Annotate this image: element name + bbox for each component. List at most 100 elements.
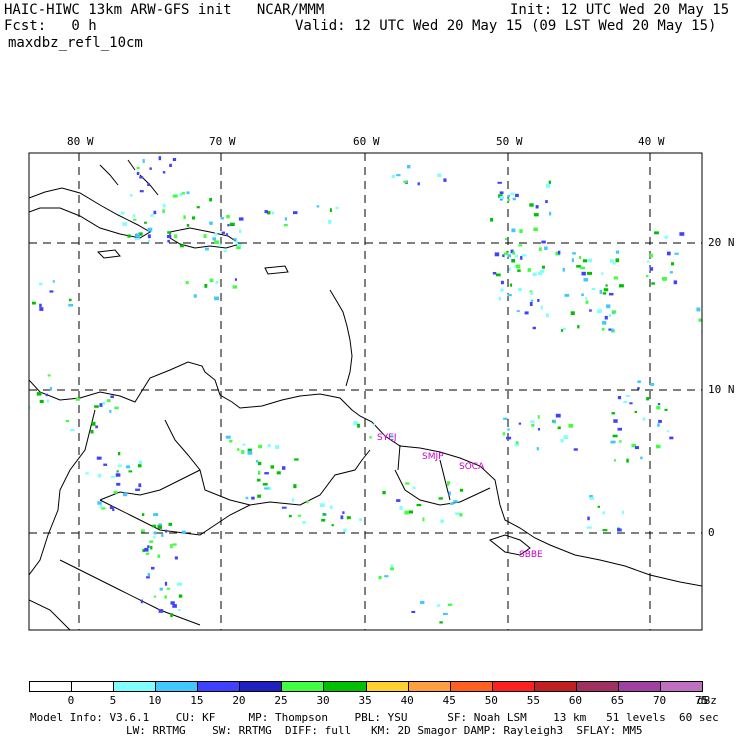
reflectivity-echo xyxy=(357,423,360,428)
reflectivity-echo xyxy=(399,506,403,510)
reflectivity-echo xyxy=(97,501,102,505)
reflectivity-echo xyxy=(174,556,178,560)
reflectivity-echo xyxy=(153,531,157,535)
colorbar-unit: dBz xyxy=(697,694,717,707)
reflectivity-echo xyxy=(459,513,463,517)
reflectivity-echo xyxy=(293,484,297,489)
reflectivity-echo xyxy=(264,472,269,475)
reflectivity-echo xyxy=(151,566,155,570)
reflectivity-echo xyxy=(167,231,172,234)
reflectivity-echo xyxy=(555,413,561,418)
reflectivity-echo xyxy=(586,526,592,529)
reflectivity-echo xyxy=(75,397,80,401)
reflectivity-echo xyxy=(267,444,271,448)
reflectivity-echo xyxy=(645,275,649,278)
reflectivity-echo xyxy=(110,475,115,478)
reflectivity-echo xyxy=(608,314,611,317)
reflectivity-echo xyxy=(538,247,542,251)
reflectivity-echo xyxy=(530,291,534,295)
reflectivity-echo xyxy=(215,280,219,284)
reflectivity-echo xyxy=(602,292,607,295)
reflectivity-echo xyxy=(443,612,448,615)
reflectivity-echo xyxy=(133,218,137,221)
reflectivity-echo xyxy=(403,180,408,183)
reflectivity-echo xyxy=(548,180,551,184)
reflectivity-echo xyxy=(153,595,156,598)
reflectivity-echo xyxy=(449,502,454,505)
reflectivity-echo xyxy=(203,234,207,238)
station-soca: SOCA xyxy=(459,462,485,472)
reflectivity-echo xyxy=(492,272,497,275)
reflectivity-echo xyxy=(637,380,641,383)
reflectivity-echo xyxy=(538,271,543,275)
reflectivity-echo xyxy=(114,406,119,410)
reflectivity-echo xyxy=(162,203,166,208)
reflectivity-echo xyxy=(25,284,27,288)
reflectivity-echo xyxy=(281,506,287,509)
reflectivity-echo xyxy=(587,271,592,275)
reflectivity-echo xyxy=(147,572,150,577)
reflectivity-echo xyxy=(294,458,299,461)
reflectivity-echo xyxy=(602,321,607,325)
reflectivity-echo xyxy=(176,582,182,586)
reflectivity-echo xyxy=(147,234,151,239)
reflectivity-echo xyxy=(662,277,667,281)
reflectivity-echo xyxy=(234,278,237,281)
reflectivity-echo xyxy=(130,147,133,150)
reflectivity-echo xyxy=(161,534,164,537)
reflectivity-echo xyxy=(577,325,580,329)
reflectivity-echo xyxy=(91,421,96,426)
reflectivity-echo xyxy=(506,436,512,440)
reflectivity-echo xyxy=(422,517,425,522)
reflectivity-echo xyxy=(137,464,142,468)
reflectivity-echo xyxy=(264,487,269,490)
reflectivity-echo xyxy=(440,519,444,523)
reflectivity-echo xyxy=(183,215,186,220)
reflectivity-echo xyxy=(186,224,190,227)
reflectivity-echo xyxy=(235,240,239,243)
reflectivity-echo xyxy=(103,463,108,466)
reflectivity-echo xyxy=(233,238,237,241)
reflectivity-echo xyxy=(535,205,539,209)
reflectivity-echo xyxy=(396,499,401,502)
reflectivity-echo xyxy=(147,227,153,232)
reflectivity-echo xyxy=(237,448,240,451)
reflectivity-echo xyxy=(247,450,253,455)
reflectivity-echo xyxy=(437,173,442,178)
reflectivity-echo xyxy=(150,148,155,151)
colorbar-swatch xyxy=(281,681,325,692)
reflectivity-echo xyxy=(669,271,673,274)
reflectivity-echo xyxy=(582,259,588,263)
reflectivity-echo xyxy=(110,395,114,399)
reflectivity-echo xyxy=(515,193,519,198)
reflectivity-echo xyxy=(504,238,508,241)
reflectivity-echo xyxy=(664,235,668,239)
reflectivity-echo xyxy=(147,239,151,242)
reflectivity-echo xyxy=(238,229,242,233)
reflectivity-echo xyxy=(651,282,655,285)
reflectivity-echo xyxy=(172,543,177,546)
reflectivity-echo xyxy=(205,247,209,251)
colorbar-swatch xyxy=(29,681,73,692)
model-info-line2: LW: RRTMG SW: RRTMG DIFF: full KM: 2D Sm… xyxy=(126,724,643,737)
reflectivity-echo xyxy=(150,214,154,217)
reflectivity-echo xyxy=(140,599,143,604)
reflectivity-echo xyxy=(654,231,659,235)
reflectivity-echo xyxy=(507,428,510,431)
reflectivity-echo xyxy=(99,403,103,407)
reflectivity-echo xyxy=(214,296,219,301)
colorbar-swatch xyxy=(659,681,703,692)
reflectivity-echo xyxy=(242,443,246,446)
reflectivity-echo xyxy=(162,209,165,214)
reflectivity-echo xyxy=(605,284,608,287)
reflectivity-echo xyxy=(24,375,27,379)
reflectivity-echo xyxy=(147,545,150,548)
reflectivity-echo xyxy=(125,465,131,469)
station-smjp: SMJP xyxy=(422,452,444,462)
reflectivity-echo xyxy=(625,395,630,397)
reflectivity-echo xyxy=(293,211,298,215)
reflectivity-echo xyxy=(564,293,570,297)
colorbar-swatch xyxy=(533,681,577,692)
reflectivity-echo xyxy=(122,222,127,226)
reflectivity-echo xyxy=(335,206,339,209)
